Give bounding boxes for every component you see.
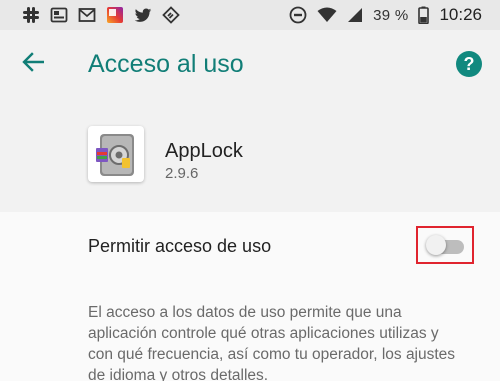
arrow-back-icon	[22, 51, 45, 77]
help-icon: ?	[463, 53, 475, 74]
permit-usage-access-label: Permitir acceso de uso	[88, 236, 272, 256]
do-not-disturb-icon	[289, 6, 307, 24]
permission-description: El acceso a los datos de uso permite que…	[88, 304, 456, 381]
toggle-thumb	[426, 235, 446, 255]
slack-icon	[22, 6, 40, 24]
page-title: Acceso al uso	[88, 50, 244, 78]
settings-content: Permitir acceso de uso El acceso a los d…	[0, 212, 500, 381]
permit-usage-access-row[interactable]: Permitir acceso de uso	[0, 212, 500, 280]
app-version: 2.9.6	[165, 165, 199, 182]
wifi-icon	[317, 7, 337, 23]
applock-icon	[88, 126, 144, 182]
clock: 10:26	[439, 5, 482, 24]
photo-icon	[50, 6, 68, 24]
status-bar: 39 % 10:26	[0, 0, 500, 30]
usage-access-toggle[interactable]	[424, 234, 466, 256]
app-header: AppLock 2.9.6	[0, 98, 500, 212]
battery-percent: 39 %	[373, 6, 409, 24]
app-bar: Acceso al uso ?	[0, 30, 500, 98]
notification-icons	[22, 6, 180, 24]
feedly-icon	[162, 6, 180, 24]
back-button[interactable]	[16, 48, 50, 80]
help-button[interactable]: ?	[456, 51, 482, 77]
toggle-highlight	[416, 226, 474, 264]
twitter-icon	[134, 6, 152, 24]
app-icon	[106, 6, 124, 24]
signal-icon	[347, 7, 363, 23]
gmail-icon	[78, 6, 96, 24]
battery-icon	[418, 6, 430, 24]
app-name: AppLock	[165, 140, 243, 162]
system-status: 39 % 10:26	[289, 0, 482, 30]
